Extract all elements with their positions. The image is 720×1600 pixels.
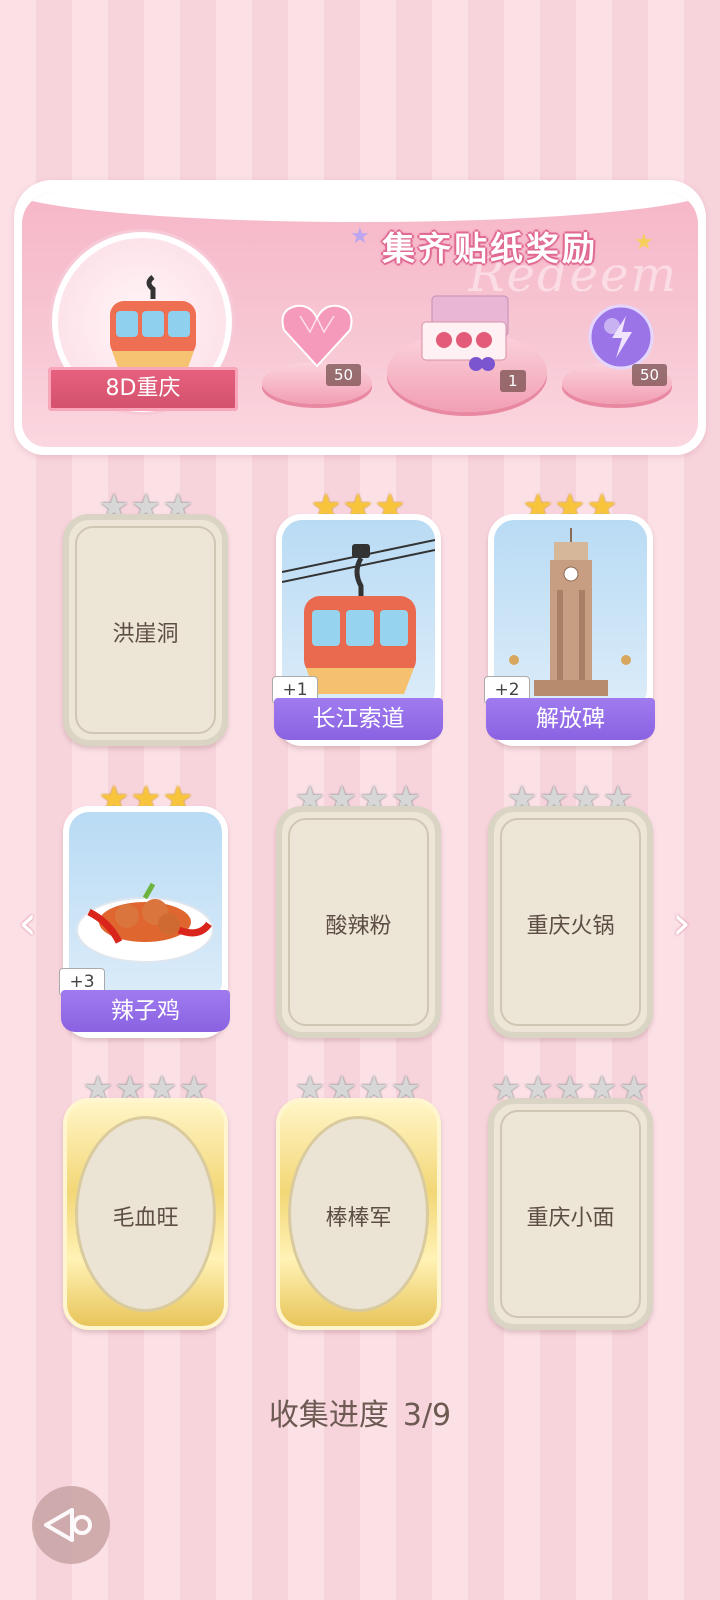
sticker-card[interactable]: +3 辣子鸡 (59, 806, 230, 1038)
heart-gem-icon (281, 304, 353, 368)
sticker-card[interactable]: 重庆小面 (488, 1098, 653, 1330)
back-button[interactable] (32, 1486, 110, 1564)
next-page-arrow[interactable]: › (672, 895, 691, 951)
reward-item-gift[interactable]: 1 (414, 292, 554, 402)
progress-label: 收集进度 (268, 1398, 389, 1433)
sticker-name: 酸辣粉 (325, 914, 392, 939)
sticker-name: 解放碑 (486, 698, 655, 740)
sticker-card[interactable]: +2 解放碑 (484, 514, 655, 746)
sticker-card[interactable]: 重庆火锅 (488, 806, 653, 1038)
reward-count: 1 (500, 370, 526, 392)
reward-count: 50 (326, 364, 362, 386)
sticker-card[interactable]: 毛血旺 (63, 1098, 228, 1330)
reward-count: 50 (632, 364, 668, 386)
lightning-orb-icon (588, 304, 654, 370)
back-arrow-icon (44, 1508, 92, 1542)
collection-progress: 收集进度 3/9 (0, 1390, 720, 1434)
sticker-name: 辣子鸡 (61, 990, 230, 1032)
sticker-name: 长江索道 (274, 698, 443, 740)
reward-item-heart[interactable]: 50 (274, 302, 364, 386)
banner-title: 集齐贴纸奖励 (382, 229, 598, 268)
star-decoration-icon: ★ (634, 230, 654, 255)
sticker-name: 棒棒军 (325, 1206, 392, 1231)
banner-top-wave (22, 192, 698, 222)
sticker-name: 重庆小面 (526, 1206, 615, 1231)
reward-banner-panel: Redeem ★ ★ 集齐贴纸奖励 8D重庆 50 1 50 (22, 192, 698, 447)
reward-banner: Redeem ★ ★ 集齐贴纸奖励 8D重庆 50 1 50 (14, 180, 706, 455)
star-decoration-icon: ★ (350, 224, 370, 249)
city-name-ribbon: 8D重庆 (48, 367, 238, 411)
sticker-card[interactable]: 酸辣粉 (276, 806, 441, 1038)
prev-page-arrow[interactable]: ‹ (18, 895, 37, 951)
reward-item-orb[interactable]: 50 (578, 302, 678, 386)
sticker-name: 毛血旺 (112, 1206, 179, 1231)
sticker-card[interactable]: 洪崖洞 (63, 514, 228, 746)
progress-value: 3/9 (402, 1398, 452, 1433)
sticker-card[interactable]: 棒棒军 (276, 1098, 441, 1330)
sticker-name: 重庆火锅 (526, 914, 615, 939)
sticker-name: 洪崖洞 (112, 622, 179, 647)
sticker-card[interactable]: +1 长江索道 (272, 514, 443, 746)
gift-box-icon (421, 295, 509, 371)
